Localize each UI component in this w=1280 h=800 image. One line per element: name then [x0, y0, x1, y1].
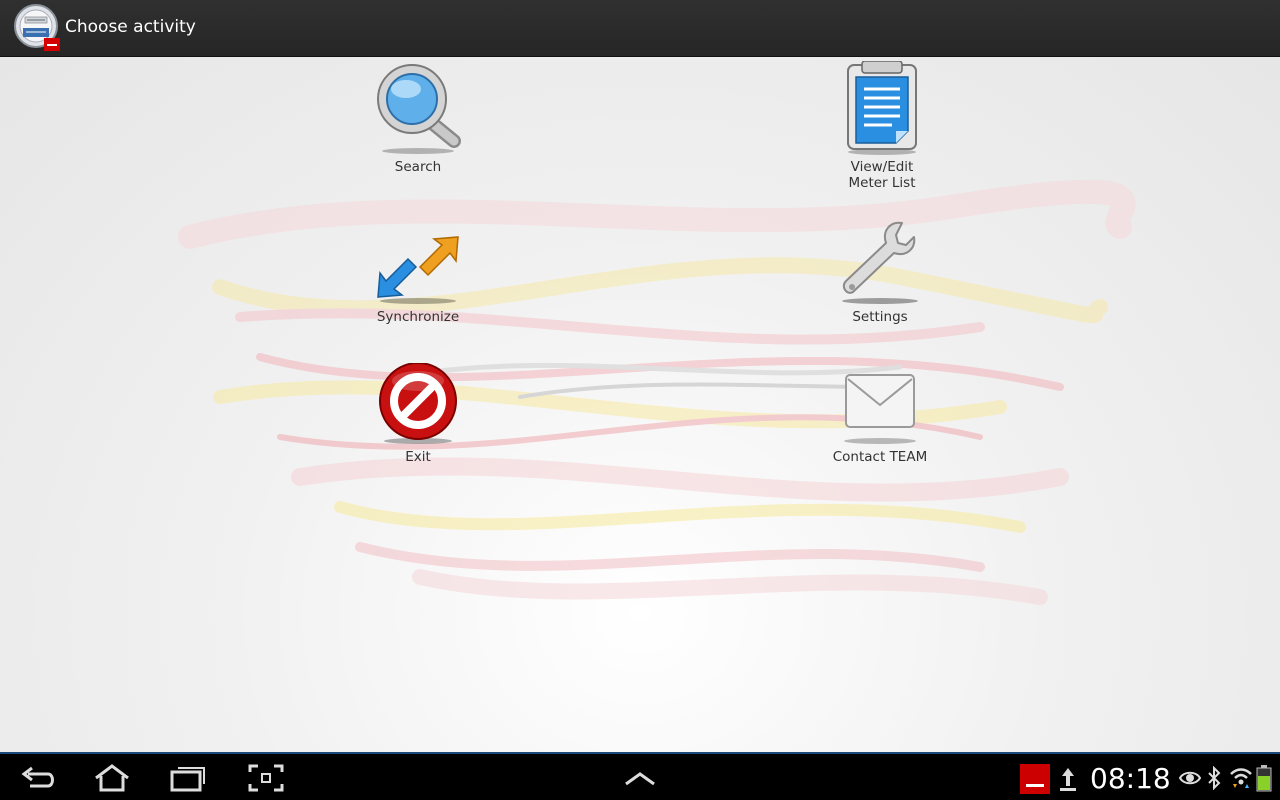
recent-apps-icon[interactable]	[168, 762, 208, 794]
bluetooth-icon	[1208, 766, 1221, 790]
battery-icon	[1256, 765, 1272, 792]
search-magnifier-icon	[377, 64, 461, 154]
clipboard-list-icon	[847, 61, 917, 155]
settings-activity[interactable]: Settings	[790, 217, 970, 325]
synchronize-label: Synchronize	[376, 309, 460, 325]
view-edit-meter-list-label: View/Edit Meter List	[848, 159, 916, 191]
stop-exit-icon	[379, 363, 457, 444]
eye-icon	[1178, 771, 1202, 785]
activity-grid: Search View/Edit Meter List Synchronize …	[0, 57, 1280, 752]
search-activity[interactable]: Search	[328, 61, 508, 175]
background-swirl-graphic	[178, 179, 1136, 605]
status-clock: 08:18	[1090, 762, 1171, 795]
team-app-icon[interactable]	[1020, 764, 1050, 794]
exit-activity[interactable]: Exit	[328, 363, 508, 465]
upload-icon[interactable]	[1058, 766, 1078, 792]
search-label: Search	[394, 159, 442, 175]
chevron-up-icon[interactable]	[622, 766, 658, 790]
back-icon[interactable]	[20, 762, 60, 794]
screenshot-icon[interactable]	[246, 762, 286, 794]
home-icon[interactable]	[92, 762, 132, 794]
synchronize-activity[interactable]: Synchronize	[328, 227, 508, 325]
settings-label: Settings	[852, 309, 908, 325]
action-bar: Choose activity	[0, 0, 1280, 57]
exit-label: Exit	[405, 449, 431, 465]
page-title: Choose activity	[65, 17, 196, 37]
contact-team-activity[interactable]: Contact TEAM	[790, 363, 970, 465]
synchronize-arrows-icon	[377, 236, 459, 304]
view-edit-meter-list-activity[interactable]: View/Edit Meter List	[792, 61, 972, 191]
meter-app-icon[interactable]	[14, 4, 60, 52]
wrench-icon	[842, 221, 918, 304]
system-navigation-bar: 08:18	[0, 752, 1280, 800]
wifi-icon	[1230, 768, 1252, 788]
envelope-icon	[844, 374, 916, 444]
contact-team-label: Contact TEAM	[832, 449, 928, 465]
